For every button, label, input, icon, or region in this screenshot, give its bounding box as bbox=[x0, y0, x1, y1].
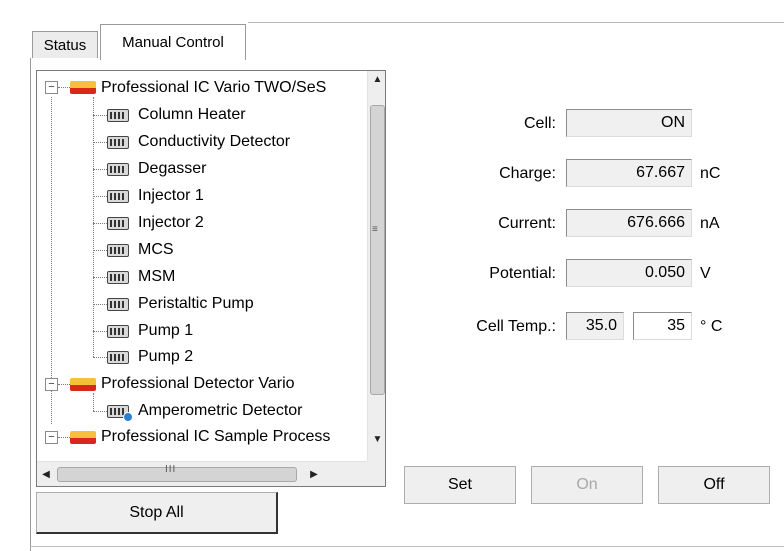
current-value-field: 676.666 bbox=[566, 209, 692, 237]
cell-label: Cell: bbox=[523, 115, 556, 132]
set-button[interactable]: Set bbox=[404, 466, 516, 504]
device-tree-view[interactable]: − Professional IC Vario TWO/SeS Column H… bbox=[36, 70, 386, 487]
tree-connector bbox=[93, 169, 107, 170]
tree-connector bbox=[93, 97, 94, 357]
detector-module-icon bbox=[107, 405, 133, 422]
tree-connector bbox=[93, 196, 107, 197]
tree-connector bbox=[93, 304, 107, 305]
scroll-down-icon[interactable]: ▼ bbox=[368, 431, 385, 449]
cell-temp-setpoint-input[interactable]: 35 bbox=[633, 312, 692, 340]
cell-temp-unit: ° C bbox=[700, 318, 723, 335]
tree-connector bbox=[93, 331, 107, 332]
tree-item-root1[interactable]: Professional IC Vario TWO/SeS bbox=[101, 75, 326, 101]
charge-unit: nC bbox=[700, 165, 721, 182]
cell-temp-label: Cell Temp.: bbox=[476, 318, 556, 335]
potential-value-field: 0.050 bbox=[566, 259, 692, 287]
tree-connector bbox=[58, 437, 70, 438]
device-module-icon bbox=[107, 217, 129, 230]
device-module-icon bbox=[107, 244, 129, 257]
scroll-grip-icon: ≡ bbox=[372, 224, 378, 235]
tree-connector bbox=[58, 384, 70, 385]
cell-temp-actual-field: 35.0 bbox=[566, 312, 624, 340]
tab-manual-control[interactable]: Manual Control bbox=[100, 24, 246, 60]
tree-connector bbox=[51, 97, 52, 424]
cell-state-field: ON bbox=[566, 109, 692, 137]
tree-item-peristaltic-pump[interactable]: Peristaltic Pump bbox=[138, 291, 254, 317]
instrument-folder-icon bbox=[70, 431, 96, 445]
tree-horizontal-scrollbar[interactable]: ◀ III ▶ bbox=[37, 461, 367, 486]
tree-connector bbox=[58, 87, 70, 88]
tree-item-pump-1[interactable]: Pump 1 bbox=[138, 318, 193, 344]
tree-connector bbox=[93, 411, 107, 412]
window-top-border bbox=[248, 22, 784, 23]
tree-item-amperometric-detector[interactable]: Amperometric Detector bbox=[138, 398, 303, 424]
tree-connector bbox=[93, 357, 107, 358]
horizontal-scroll-thumb[interactable] bbox=[57, 467, 297, 482]
tree-item-mcs[interactable]: MCS bbox=[138, 237, 174, 263]
device-module-icon bbox=[107, 325, 129, 338]
stop-all-button[interactable]: Stop All bbox=[36, 492, 278, 534]
scroll-left-icon[interactable]: ◀ bbox=[37, 462, 55, 486]
potential-unit: V bbox=[700, 265, 711, 282]
collapse-icon[interactable]: − bbox=[45, 431, 58, 444]
potential-label: Potential: bbox=[489, 265, 556, 282]
device-module-icon bbox=[107, 163, 129, 176]
tree-connector bbox=[93, 277, 107, 278]
tree-item-root3[interactable]: Professional IC Sample Process bbox=[101, 424, 330, 450]
instrument-folder-icon bbox=[70, 81, 96, 95]
collapse-icon[interactable]: − bbox=[45, 378, 58, 391]
charge-value-field: 67.667 bbox=[566, 159, 692, 187]
device-module-icon bbox=[107, 298, 129, 311]
collapse-icon[interactable]: − bbox=[45, 81, 58, 94]
tree-connector bbox=[93, 115, 107, 116]
current-label: Current: bbox=[498, 215, 556, 232]
tab-status[interactable]: Status bbox=[32, 31, 98, 59]
charge-label: Charge: bbox=[499, 165, 556, 182]
tree-item-injector-1[interactable]: Injector 1 bbox=[138, 183, 204, 209]
device-module-icon bbox=[107, 271, 129, 284]
tree-item-pump-2[interactable]: Pump 2 bbox=[138, 344, 193, 370]
tree-item-column-heater[interactable]: Column Heater bbox=[138, 102, 246, 128]
device-module-icon bbox=[107, 351, 129, 364]
tree-item-conductivity-detector[interactable]: Conductivity Detector bbox=[138, 129, 290, 155]
tree-item-root2[interactable]: Professional Detector Vario bbox=[101, 371, 295, 397]
tree-item-degasser[interactable]: Degasser bbox=[138, 156, 206, 182]
tree-connector bbox=[93, 393, 94, 411]
instrument-folder-icon bbox=[70, 378, 96, 392]
scroll-up-icon[interactable]: ▲ bbox=[368, 71, 385, 89]
panel-bottom-border bbox=[30, 546, 784, 547]
tree-connector bbox=[93, 223, 107, 224]
device-module-icon bbox=[107, 190, 129, 203]
device-module-icon bbox=[107, 109, 129, 122]
tree-connector bbox=[93, 250, 107, 251]
scroll-right-icon[interactable]: ▶ bbox=[305, 462, 323, 486]
device-module-icon bbox=[107, 136, 129, 149]
device-tree: − Professional IC Vario TWO/SeS Column H… bbox=[37, 71, 367, 461]
off-button[interactable]: Off bbox=[658, 466, 770, 504]
tree-connector bbox=[93, 142, 107, 143]
tree-vertical-scrollbar[interactable]: ▲ ≡ ▼ bbox=[367, 71, 385, 461]
tree-item-injector-2[interactable]: Injector 2 bbox=[138, 210, 204, 236]
tree-item-msm[interactable]: MSM bbox=[138, 264, 175, 290]
scroll-grip-icon: III bbox=[165, 464, 177, 475]
current-unit: nA bbox=[700, 215, 720, 232]
scrollbar-corner bbox=[367, 461, 385, 486]
on-button[interactable]: On bbox=[531, 466, 643, 504]
vertical-scroll-thumb[interactable] bbox=[370, 105, 385, 395]
